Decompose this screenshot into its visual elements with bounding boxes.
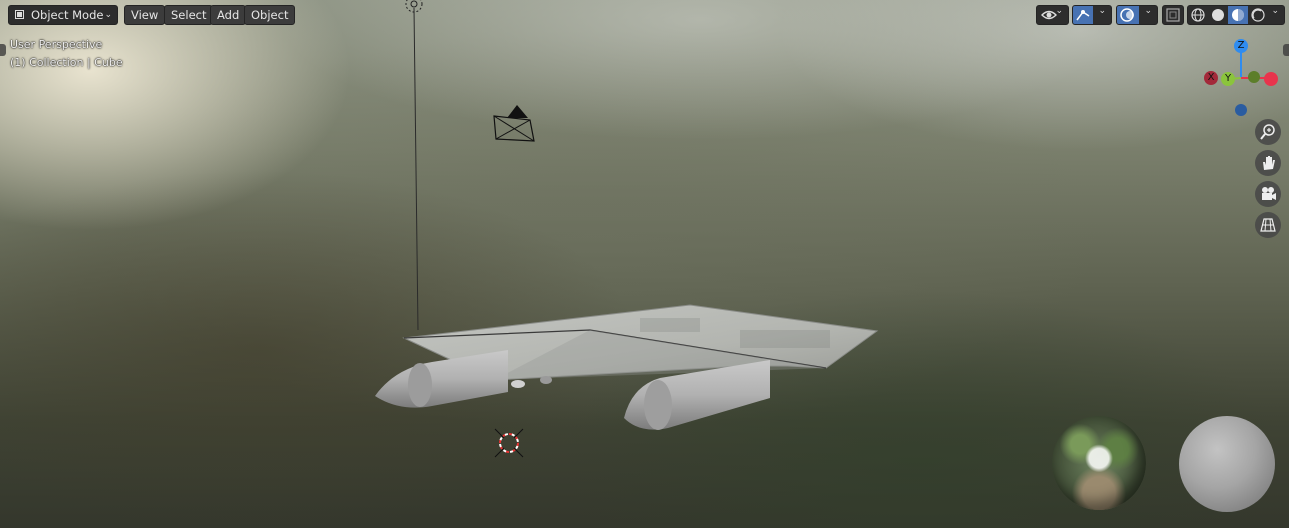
menu-view[interactable]: View	[124, 5, 166, 25]
ortho-toggle-button[interactable]	[1255, 212, 1281, 238]
chevron-down-icon: ⌄	[104, 10, 112, 20]
chevron-down-icon: ⌄	[1098, 6, 1106, 16]
perspective-label: User Perspective	[10, 38, 103, 51]
3d-cursor	[494, 428, 524, 458]
rendered-icon[interactable]	[1248, 6, 1268, 24]
gizmo-toggle[interactable]: ⌄	[1072, 5, 1112, 25]
mode-dropdown[interactable]: Object Mode ⌄	[8, 5, 118, 25]
gizmo-icon[interactable]	[1073, 6, 1093, 24]
menu-object[interactable]: Object	[244, 5, 296, 25]
material-preview-sphere	[1179, 416, 1275, 512]
axis-z[interactable]: Z	[1234, 39, 1248, 53]
toolbar-toggle-tab[interactable]	[0, 44, 6, 56]
overlay-icon[interactable]	[1117, 6, 1139, 24]
grid-ortho-icon	[1260, 218, 1276, 232]
pan-button[interactable]	[1255, 150, 1281, 176]
3d-viewport[interactable]: Object Mode ⌄ View Select Add Object ⌄ ⌄…	[0, 0, 1289, 528]
camera-view-icon	[1262, 187, 1276, 200]
camera-object	[493, 105, 535, 142]
hand-pan-icon	[1263, 156, 1275, 170]
mode-label: Object Mode	[31, 8, 104, 22]
solid-icon[interactable]	[1208, 6, 1228, 24]
xray-toggle[interactable]	[1162, 5, 1184, 25]
camera-view-button[interactable]	[1255, 181, 1281, 207]
wireframe-icon[interactable]	[1188, 6, 1208, 24]
axis-y[interactable]: Y	[1221, 72, 1235, 86]
axis-x-negative[interactable]: X	[1204, 71, 1218, 85]
chevron-down-icon: ⌄	[1271, 6, 1279, 16]
chevron-down-icon: ⌄	[1144, 6, 1152, 16]
menu-add[interactable]: Add	[210, 5, 247, 25]
menu-select[interactable]: Select	[164, 5, 214, 25]
chevron-down-icon: ⌄	[1055, 6, 1063, 16]
xray-icon	[1166, 8, 1180, 22]
aircraft-model	[375, 304, 879, 430]
visibility-dropdown[interactable]: ⌄	[1036, 5, 1069, 25]
object-mode-icon	[15, 10, 24, 19]
overlay-toggle[interactable]: ⌄	[1116, 5, 1158, 25]
material-preview-icon[interactable]	[1228, 6, 1248, 24]
hdri-preview-sphere	[1052, 416, 1146, 510]
light-line	[413, 7, 419, 331]
axis-y-negative[interactable]	[1248, 71, 1260, 83]
shading-modes[interactable]: ⌄	[1187, 5, 1285, 25]
navigation-gizmo[interactable]: Z X Y	[1196, 36, 1288, 120]
active-object-label: (1) Collection | Cube	[10, 56, 123, 69]
axis-x[interactable]	[1264, 72, 1278, 86]
axis-z-negative[interactable]	[1235, 104, 1247, 116]
zoom-button[interactable]	[1255, 119, 1281, 145]
zoom-icon	[1260, 124, 1275, 140]
